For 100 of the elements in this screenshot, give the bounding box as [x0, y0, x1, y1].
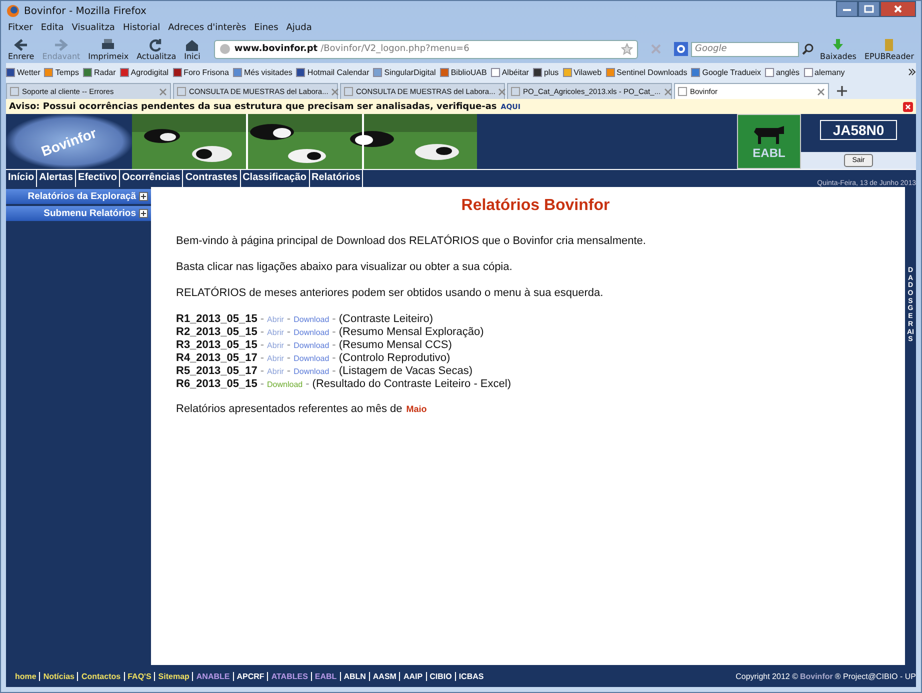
bookmark[interactable]: Vilaweb [562, 68, 602, 76]
separator: - [332, 339, 336, 352]
sidebar-item[interactable]: Submenu Relatórios [6, 206, 151, 221]
page-icon [344, 87, 353, 96]
bookmark[interactable]: Google Tradueix [691, 68, 761, 76]
brand-name: Bovinfor [800, 672, 833, 680]
bookmark[interactable]: Radar [82, 68, 116, 76]
address-field[interactable]: www.bovinfor.pt /Bovinfor/V2_logon.php?menu=6 [214, 40, 638, 58]
toolbar-button[interactable]: Baixades [818, 38, 858, 60]
partner-logo: EABL [737, 114, 801, 169]
bookmark[interactable]: Temps [44, 68, 79, 76]
footer-link[interactable]: FAQ'S [124, 672, 154, 680]
footer-link[interactable]: home [12, 672, 40, 680]
separator: - [332, 365, 336, 378]
report-description: (Resumo Mensal CCS) [338, 339, 452, 352]
paragraph: Bem-vindo à página principal de Download dos RELATÓRIOS que o Bovinfor cria mensalmente. [176, 235, 647, 247]
menu-item[interactable]: Adreces d'interès [168, 23, 246, 33]
separator: - [332, 313, 336, 326]
toolbar-button[interactable]: EPUBReader [862, 38, 916, 60]
search-field[interactable]: Google [691, 42, 800, 56]
expand-icon [139, 192, 148, 201]
search-icon [802, 43, 814, 55]
separator: - [260, 378, 264, 391]
report-code: R4_2013_05_17 [176, 352, 258, 365]
report-description: (Contraste Leiteiro) [338, 313, 433, 326]
sidebar-item[interactable]: Relatórios da Exploraçã [6, 189, 151, 204]
separator: - [286, 352, 291, 365]
bookmark[interactable]: anglès [764, 68, 800, 76]
cow-icon [752, 124, 786, 146]
report-code: R5_2013_05_17 [176, 365, 258, 378]
footer-link[interactable]: APCRF [232, 672, 268, 680]
toolbar-button[interactable]: Enrere [6, 38, 36, 60]
printer-icon [100, 38, 116, 52]
separator: - [332, 352, 336, 365]
separator: - [332, 326, 336, 339]
footer-link[interactable]: Notícias [39, 672, 78, 680]
footer-link[interactable]: EABL [310, 672, 340, 680]
report-link[interactable]: Download [294, 326, 330, 339]
report-link[interactable]: Download [294, 313, 330, 326]
menu-item[interactable]: Historial [122, 23, 160, 33]
maximize-icon [864, 5, 874, 13]
bookmark[interactable]: alemany [804, 68, 845, 76]
notice-text: Aviso: Possui ocorrências pendentes da sua estrutura que precisam ser analisadas, verifique-as [9, 102, 497, 112]
bookmark[interactable]: Foro Frisona [172, 68, 229, 76]
toolbar-button[interactable]: Actualitza [134, 38, 178, 60]
separator: - [306, 378, 310, 391]
menu-item[interactable]: Ajuda [286, 23, 312, 33]
expand-icon [139, 209, 148, 218]
bookmark[interactable]: Més visitades [232, 68, 292, 76]
menu-item[interactable]: Eines [254, 23, 278, 33]
bookmark[interactable]: Albéitar [490, 68, 529, 76]
bookmark[interactable]: SingularDigital [373, 68, 436, 76]
page-icon [511, 87, 520, 96]
close-icon[interactable] [498, 88, 506, 96]
report-link[interactable]: Download [294, 352, 330, 365]
bookmark[interactable]: Wetter [6, 68, 40, 76]
month-name: Maio [406, 404, 427, 414]
nav-item[interactable]: Alertas [37, 170, 76, 187]
close-button[interactable] [880, 1, 916, 17]
footer-link[interactable]: Sitemap [154, 672, 192, 680]
menu-item[interactable]: Edita [40, 23, 64, 33]
page-icon [10, 87, 19, 96]
separator: - [260, 313, 264, 326]
nav-item[interactable]: Início [6, 170, 38, 187]
menu-item[interactable]: Visualitza [72, 23, 115, 33]
report-description: (Controlo Reprodutivo) [338, 352, 450, 365]
footer-link[interactable]: AASM [368, 672, 400, 680]
toolbar-button[interactable]: Inici [182, 38, 202, 60]
menu-item[interactable]: Fitxer [8, 23, 33, 33]
report-link[interactable]: Download [294, 339, 330, 352]
page-icon [678, 87, 687, 96]
report-link[interactable]: Download [294, 365, 330, 378]
report-code: R3_2013_05_15 [176, 339, 258, 352]
separator: - [286, 326, 291, 339]
page-icon [177, 87, 186, 96]
toolbar-button[interactable]: Imprimeix [86, 38, 131, 60]
maximize-button[interactable] [858, 1, 880, 17]
copyright-text: Copyright 2012 © [736, 672, 798, 680]
footer-link[interactable]: ATABLES [267, 672, 311, 680]
bookmark[interactable]: Hotmail Calendar [296, 68, 370, 76]
close-icon[interactable] [331, 88, 340, 96]
nav-item[interactable]: Efectivo [76, 170, 120, 187]
footer-link[interactable]: ICBAS [454, 672, 487, 680]
bookmark[interactable]: Sentinel Downloads [606, 68, 688, 76]
chevron-icon[interactable] [908, 68, 916, 76]
footer-link[interactable]: Contactos [77, 672, 124, 680]
close-icon[interactable] [817, 88, 825, 96]
new-tab-icon[interactable] [837, 86, 847, 96]
footer-link[interactable]: CIBIO [426, 672, 455, 680]
paragraph: Basta clicar nas ligações abaixo para visualizar ou obter a sua cópia. [176, 261, 514, 273]
footer-link[interactable]: AAIP [399, 672, 426, 680]
footer-link[interactable]: ANABLE [192, 672, 233, 680]
close-icon[interactable] [903, 102, 913, 112]
bookmark[interactable]: plus [532, 68, 559, 76]
footer-link[interactable]: ABLN [340, 672, 369, 680]
bookmark[interactable]: Agrodigital [120, 68, 169, 76]
report-code: R2_2013_05_15 [176, 326, 258, 339]
bookmark[interactable]: BiblioUAB [440, 68, 487, 76]
separator: - [286, 365, 291, 378]
minimize-button[interactable] [836, 1, 858, 17]
